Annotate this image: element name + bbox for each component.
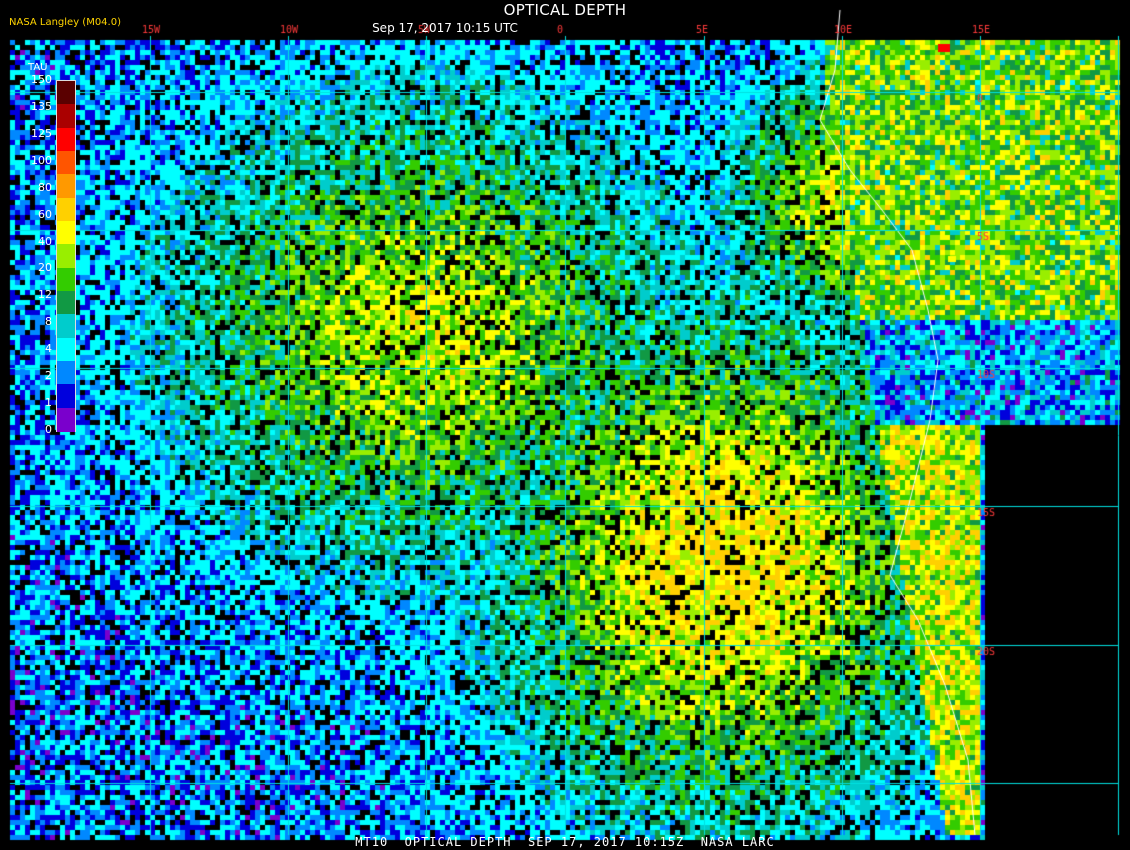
legend-tick-label: 80 (38, 180, 52, 194)
credit-label: NASA Langley (M04.0) (9, 17, 121, 28)
legend-tick-label: 150 (31, 73, 52, 86)
legend-swatch (57, 361, 75, 385)
legend-swatch (57, 291, 75, 315)
legend-swatch (57, 407, 75, 432)
legend-color-bar (56, 80, 76, 432)
legend-swatch (57, 174, 75, 199)
legend-tick-label: 1 (45, 396, 52, 410)
legend-swatch (57, 197, 75, 222)
legend-tick-label: 125 (31, 126, 52, 140)
legend-swatch (57, 104, 75, 129)
satellite-map-viewer: OPTICAL DEPTH Sep 17, 2017 10:15 UTC NAS… (0, 0, 1130, 850)
legend-tick-label: 40 (38, 234, 52, 248)
legend-tick-label: 8 (45, 315, 52, 329)
map-footer-caption: MT10 OPTICAL DEPTH SEP 17, 2017 10:15Z N… (355, 835, 775, 849)
legend-swatch (57, 244, 75, 269)
legend-tick-label: 20 (38, 261, 52, 275)
legend-tick-label: 0 (45, 423, 52, 436)
legend-swatch (57, 384, 75, 409)
legend-swatch (57, 314, 75, 339)
legend-tick-label: 2 (45, 369, 52, 383)
optical-depth-map (0, 0, 1130, 850)
legend-tick-label: 100 (31, 153, 52, 167)
legend-swatch (57, 81, 75, 105)
legend-title: TAU (28, 62, 48, 73)
legend-tick-label: 60 (38, 207, 52, 221)
tau-color-legend: TAU 150 135 125 100 80 60 40 20 12 8 4 2 1 0 (10, 60, 80, 440)
legend-swatch (57, 337, 75, 362)
legend-tick-label: 4 (45, 342, 52, 356)
legend-tick-label: 135 (31, 99, 52, 113)
legend-swatch (57, 151, 75, 175)
map-title: OPTICAL DEPTH (503, 1, 627, 19)
legend-swatch (57, 267, 75, 292)
legend-swatch (57, 221, 75, 245)
map-subtitle: Sep 17, 2017 10:15 UTC (372, 21, 518, 35)
legend-swatch (57, 127, 75, 152)
legend-tick-label: 12 (38, 288, 52, 302)
